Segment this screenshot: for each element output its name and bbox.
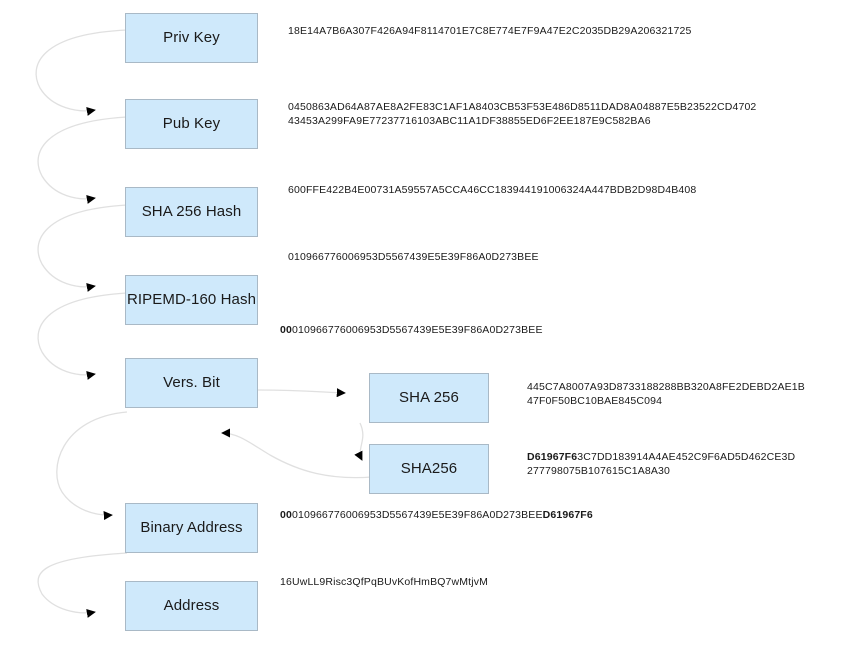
node-pub-key[interactable]: Pub Key [125,99,258,149]
edge-vers-to-sha256a [257,388,346,398]
priv-key-value: 18E14A7B6A307F426A94F8114701E7C8E774E7F9… [288,25,692,37]
node-vers-bit[interactable]: Vers. Bit [125,358,258,408]
binary-address-value: 00010966776006953D5567439E5E39F86A0D273B… [280,509,593,521]
sha256-hash-value: 600FFE422B4E00731A59557A5CCA46CC18394419… [288,184,697,196]
node-sha256-hash[interactable]: SHA 256 Hash [125,187,258,237]
sha256-a-value: 445C7A8007A93D8733188288BB320A8FE2DEBD2A… [527,381,805,407]
address-value: 16UwLL9Risc3QfPqBUvKofHmBQ7wMtjvM [280,576,489,588]
edge-sha256b-to-vers [221,428,373,479]
ripemd160-hash-value: 010966776006953D5567439E5E39F86A0D273BEE [288,251,539,263]
vers-bit-value: 00010966776006953D5567439E5E39F86A0D273B… [280,324,543,336]
node-sha256-b[interactable]: SHA256 [369,444,489,494]
sha256-b-value: D61967F63C7DD183914A4AE452C9F6AD5D462CE3… [527,451,796,477]
node-ripemd160-hash[interactable]: RIPEMD-160 Hash [125,275,258,325]
edge-sha256a-to-sha256b [354,422,364,461]
node-binary-address[interactable]: Binary Address [125,503,258,553]
edge-priv-to-pub [35,29,128,116]
pub-key-value: 0450863AD64A87AE8A2FE83C1AF1A8403CB53F53… [288,101,757,127]
diagram-canvas: Priv Key Pub Key SHA 256 Hash RIPEMD-160… [0,0,855,651]
edge-vers-to-binary [56,411,128,521]
node-sha256-a[interactable]: SHA 256 [369,373,489,423]
node-priv-key[interactable]: Priv Key [125,13,258,63]
edge-sha256-to-ripemd [37,204,128,292]
edge-pub-to-sha256 [37,116,128,204]
edge-binary-to-address [37,552,128,618]
node-address[interactable]: Address [125,581,258,631]
edge-ripemd-to-vers [37,292,128,380]
